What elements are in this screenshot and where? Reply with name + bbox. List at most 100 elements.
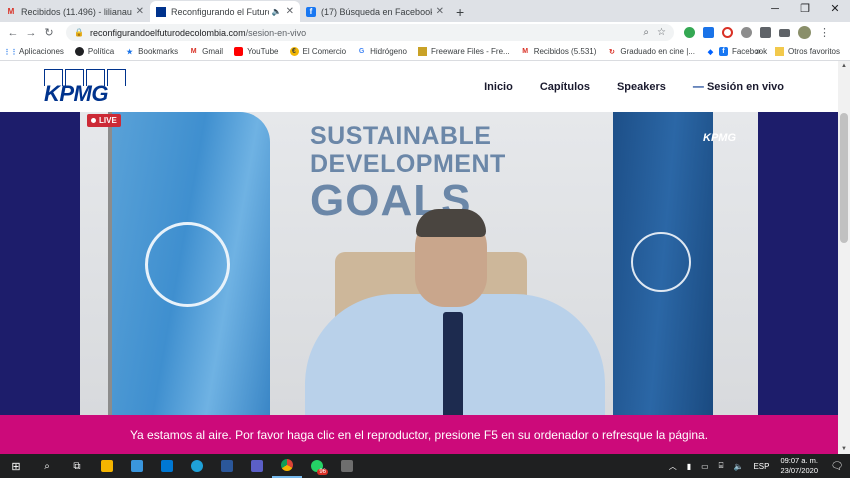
windows-start-icon[interactable]: ⊞ [0,460,32,473]
scroll-up-icon[interactable]: ▲ [838,63,850,69]
bookmark-bookmarks[interactable]: ★ Bookmarks [125,47,179,56]
network-icon[interactable]: ⌸ [719,461,724,471]
battery-icon[interactable]: ▭ [701,462,709,471]
nav-capitulos[interactable]: Capítulos [540,81,590,93]
dropbox-icon: ◆ [707,48,714,56]
extension-gear-icon[interactable] [741,27,752,38]
other-bookmarks-folder[interactable]: Otros favoritos [774,47,840,56]
task-view-icon[interactable]: ⧉ [62,454,92,478]
bookmarks-right: » Otros favoritos [755,46,840,57]
bookmark-label: Aplicaciones [19,47,64,56]
bookmark-politica[interactable]: Política [74,47,114,56]
bookmark-youtube[interactable]: YouTube [234,47,279,56]
reload-icon[interactable]: ↻ [40,26,58,39]
tab-facebook[interactable]: f (17) Búsqueda en Facebook: kp ✕ [300,1,450,22]
store-icon[interactable] [92,454,122,478]
forward-icon[interactable]: → [22,27,40,39]
speaker-tie [443,312,463,415]
extension-green-icon[interactable] [684,27,695,38]
language-indicator[interactable]: ESP [753,462,769,471]
teams-icon[interactable] [242,454,272,478]
scrollbar-thumb[interactable] [840,113,848,243]
gmail-icon: M [522,48,529,55]
unwto-emblem [631,232,691,292]
bookmark-star-icon[interactable]: ☆ [657,27,666,38]
notifications-icon[interactable]: 🗨 [824,461,850,472]
restore-icon[interactable]: ❐ [790,0,820,20]
back-icon[interactable]: ← [4,27,22,39]
extensions-puzzle-icon[interactable] [760,27,771,38]
volume-icon[interactable]: 🔈 [733,462,743,471]
bookmark-el-comercio[interactable]: € El Comercio [289,47,347,56]
app-icon[interactable] [332,454,362,478]
nav-sesion-en-vivo[interactable]: Sesión en vivo [693,81,784,93]
windows-taskbar: ⊞ ⌕ ⧉ 96 ︿ ▮ ▭ ⌸ 🔈 ESP 09:07 a. m. 23/07… [0,454,850,478]
bookmarks-overflow-button[interactable]: » [755,46,761,57]
youtube-icon [234,47,244,56]
extension-block-icon[interactable] [722,27,733,38]
un-emblem [145,222,230,307]
whatsapp-badge: 96 [317,469,328,475]
tray-overflow-icon[interactable]: ︿ [669,461,677,472]
nav-inicio[interactable]: Inicio [484,81,513,93]
freeware-icon [418,47,427,56]
extensions-area: ⋮ [684,26,830,39]
close-tab-icon[interactable]: ✕ [436,6,444,17]
page-scrollbar[interactable]: ▲ ▼ [838,61,850,454]
bookmark-label: El Comercio [302,47,347,56]
kpmg-favicon [156,6,166,17]
bookmark-hidrogeno[interactable]: G Hidrógeno [357,47,407,56]
mail-icon[interactable] [152,454,182,478]
kpmg-logo[interactable]: KPMG [44,69,126,106]
profile-avatar[interactable] [798,26,811,39]
reading-list-icon[interactable] [779,28,790,37]
bookmark-label: Freeware Files - Fre... [431,47,510,56]
video-player[interactable]: SUSTAINABLE DEVELOPMENT GOALS KPMG LIVE [80,112,758,415]
bookmark-freeware[interactable]: Freeware Files - Fre... [418,47,510,56]
chrome-icon[interactable] [272,454,302,478]
word-icon[interactable] [212,454,242,478]
live-badge: LIVE [87,114,121,127]
bookmark-aplicaciones[interactable]: ⋮⋮ Aplicaciones [3,47,64,56]
close-tab-icon[interactable]: ✕ [286,6,294,17]
new-tab-button[interactable]: + [456,1,464,22]
sdg-line1: SUSTAINABLE [310,122,492,150]
tab-gmail[interactable]: M Recibidos (11.496) - lilianaubidia ✕ [0,1,150,22]
lock-icon[interactable]: 🔒 [74,28,84,37]
apps-grid-icon: ⋮⋮ [3,48,18,56]
whatsapp-icon[interactable]: 96 [302,454,332,478]
edge-icon[interactable] [182,454,212,478]
bookmark-gmail[interactable]: M Gmail [189,47,223,56]
menu-icon[interactable]: ⋮ [819,26,830,39]
minimize-icon[interactable]: ─ [760,0,790,20]
usb-icon[interactable]: ▮ [687,462,691,471]
gmail-icon: M [7,7,15,16]
photos-icon[interactable] [122,454,152,478]
video-stage: SUSTAINABLE DEVELOPMENT GOALS KPMG LIVE [0,112,838,415]
tab-reconfigurando[interactable]: Reconfigurando el Futuro de 🔈 ✕ [150,1,300,22]
site-nav: Inicio Capítulos Speakers Sesión en vivo [484,81,784,93]
bookmark-graduado[interactable]: ↻ Graduado en cine |... [607,47,695,56]
folder-icon [774,47,784,56]
nav-speakers[interactable]: Speakers [617,81,666,93]
system-tray: ︿ ▮ ▭ ⌸ 🔈 ESP 09:07 a. m. 23/07/2020 🗨 [664,454,850,478]
bookmark-label: Bookmarks [138,47,179,56]
bookmark-label: Graduado en cine |... [620,47,695,56]
zoom-icon[interactable]: ⌕ [643,27,649,38]
address-bar[interactable]: 🔒 reconfigurandoelfuturodecolombia.com/s… [66,24,674,41]
close-tab-icon[interactable]: ✕ [136,6,144,17]
live-notice-banner: Ya estamos al aire. Por favor haga clic … [0,415,838,454]
taskbar-clock[interactable]: 09:07 a. m. 23/07/2020 [780,456,818,476]
close-window-icon[interactable]: ✕ [820,0,850,20]
speaker-icon[interactable]: 🔈 [272,7,282,16]
facebook-icon: f [718,47,728,56]
scroll-down-icon[interactable]: ▼ [838,446,850,452]
star-icon: ★ [126,48,133,56]
video-watermark: KPMG [703,132,736,144]
extension-blue-icon[interactable] [703,27,714,38]
bookmark-recibidos[interactable]: M Recibidos (5.531) [521,47,596,56]
globe-icon [74,47,84,56]
browser-toolbar: ← → ↻ 🔒 reconfigurandoelfuturodecolombia… [0,22,850,43]
search-icon[interactable]: ⌕ [32,454,62,478]
elcomercio-icon: € [289,47,299,56]
